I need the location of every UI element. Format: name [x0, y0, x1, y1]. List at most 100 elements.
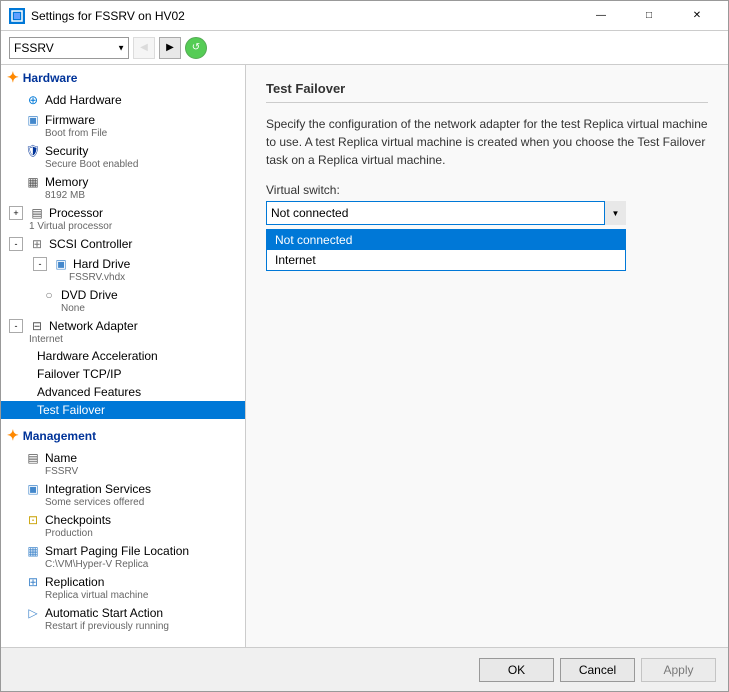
hardware-section-header[interactable]: ✦ Hardware [1, 65, 245, 90]
cancel-button[interactable]: Cancel [560, 658, 635, 682]
back-button[interactable]: ◀ [133, 37, 155, 59]
firmware-label: Firmware [45, 113, 95, 127]
sidebar-item-memory[interactable]: ▦ Memory 8192 MB [1, 172, 245, 203]
virtual-switch-label: Virtual switch: [266, 183, 708, 197]
network-label: Network Adapter [49, 319, 138, 333]
dvd-drive-label: DVD Drive [61, 288, 118, 302]
forward-button[interactable]: ▶ [159, 37, 181, 59]
content-area: ✦ Hardware ⊕ Add Hardware ▣ Firmware Boo… [1, 65, 728, 647]
minimize-button[interactable]: — [578, 1, 624, 31]
smart-paging-icon: ▦ [25, 543, 41, 559]
sidebar-item-smart-paging[interactable]: ▦ Smart Paging File Location C:\VM\Hyper… [1, 541, 245, 572]
sidebar-item-hard-drive[interactable]: - ▣ Hard Drive FSSRV.vhdx [1, 254, 245, 285]
processor-sub: 1 Virtual processor [9, 221, 237, 232]
network-expand[interactable]: - [9, 319, 23, 333]
sidebar-item-checkpoints[interactable]: ⊡ Checkpoints Production [1, 510, 245, 541]
integration-sub: Some services offered [25, 497, 237, 508]
dvd-drive-sub: None [41, 303, 237, 314]
virtual-switch-dropdown-wrap: Not connected Internet ▼ [266, 201, 626, 225]
processor-icon: ▤ [29, 205, 45, 221]
scsi-icon: ⊞ [29, 236, 45, 252]
security-label: Security [45, 144, 88, 158]
integration-icon: ▣ [25, 481, 41, 497]
name-label: Name [45, 451, 77, 465]
smart-paging-label: Smart Paging File Location [45, 544, 189, 558]
failover-tcp-label: Failover TCP/IP [37, 367, 121, 381]
replication-sub: Replica virtual machine [25, 590, 237, 601]
title-bar: Settings for FSSRV on HV02 — □ ✕ [1, 1, 728, 31]
dropdown-option-not-connected[interactable]: Not connected [267, 230, 625, 250]
ok-button[interactable]: OK [479, 658, 554, 682]
hard-drive-sub: FSSRV.vhdx [33, 272, 237, 283]
management-section-icon: ✦ [7, 427, 19, 444]
sidebar-item-processor[interactable]: + ▤ Processor 1 Virtual processor [1, 203, 245, 234]
window-controls: — □ ✕ [578, 1, 720, 31]
sidebar-item-network-adapter[interactable]: - ⊟ Network Adapter Internet [1, 316, 245, 347]
sidebar-item-scsi[interactable]: - ⊞ SCSI Controller [1, 234, 245, 254]
sidebar-item-security[interactable]: 🛡 Security Secure Boot enabled [1, 141, 245, 172]
hard-drive-label: Hard Drive [73, 257, 130, 271]
checkpoints-label: Checkpoints [45, 513, 111, 527]
hw-accel-label: Hardware Acceleration [37, 349, 158, 363]
memory-label: Memory [45, 175, 88, 189]
sidebar: ✦ Hardware ⊕ Add Hardware ▣ Firmware Boo… [1, 65, 246, 647]
security-sub: Secure Boot enabled [25, 159, 237, 170]
checkpoints-icon: ⊡ [25, 512, 41, 528]
management-section-header[interactable]: ✦ Management [1, 423, 245, 448]
sidebar-item-replication[interactable]: ⊞ Replication Replica virtual machine [1, 572, 245, 603]
name-icon: ▤ [25, 450, 41, 466]
hard-drive-expand[interactable]: - [33, 257, 47, 271]
sidebar-item-dvd-drive[interactable]: ○ DVD Drive None [1, 285, 245, 316]
hard-drive-icon: ▣ [53, 256, 69, 272]
memory-icon: ▦ [25, 174, 41, 190]
name-sub: FSSRV [25, 466, 237, 477]
sidebar-item-test-failover[interactable]: Test Failover [1, 401, 245, 419]
main-window: Settings for FSSRV on HV02 — □ ✕ FSSRV ◀… [0, 0, 729, 692]
virtual-switch-select[interactable]: Not connected Internet [266, 201, 626, 225]
toolbar: FSSRV ◀ ▶ ↺ [1, 31, 728, 65]
sidebar-item-integration[interactable]: ▣ Integration Services Some services off… [1, 479, 245, 510]
add-hardware-icon: ⊕ [25, 92, 41, 108]
footer: OK Cancel Apply [1, 647, 728, 691]
vm-selector-wrap: FSSRV [9, 37, 129, 59]
sidebar-item-failover-tcp[interactable]: Failover TCP/IP [1, 365, 245, 383]
checkpoints-sub: Production [25, 528, 237, 539]
hardware-section-label: Hardware [23, 71, 78, 85]
section-title: Test Failover [266, 81, 708, 103]
window-icon [9, 8, 25, 24]
memory-sub: 8192 MB [25, 190, 237, 201]
sidebar-item-auto-start[interactable]: ▷ Automatic Start Action Restart if prev… [1, 603, 245, 634]
dropdown-container: Not connected Internet ▼ [266, 201, 626, 225]
processor-expand[interactable]: + [9, 206, 23, 220]
processor-label: Processor [49, 206, 103, 220]
firmware-icon: ▣ [25, 112, 41, 128]
auto-start-sub: Restart if previously running [25, 621, 237, 632]
sidebar-item-firmware[interactable]: ▣ Firmware Boot from File [1, 110, 245, 141]
maximize-button[interactable]: □ [626, 1, 672, 31]
description-text: Specify the configuration of the network… [266, 115, 708, 169]
replication-icon: ⊞ [25, 574, 41, 590]
smart-paging-sub: C:\VM\Hyper-V Replica [25, 559, 237, 570]
close-button[interactable]: ✕ [674, 1, 720, 31]
refresh-button[interactable]: ↺ [185, 37, 207, 59]
dropdown-open-list: Not connected Internet [266, 229, 626, 271]
integration-label: Integration Services [45, 482, 151, 496]
main-panel: Test Failover Specify the configuration … [246, 65, 728, 647]
network-icon: ⊟ [29, 318, 45, 334]
test-failover-label: Test Failover [37, 403, 105, 417]
sidebar-item-advanced[interactable]: Advanced Features [1, 383, 245, 401]
firmware-sub: Boot from File [25, 128, 237, 139]
auto-start-label: Automatic Start Action [45, 606, 163, 620]
dropdown-option-internet[interactable]: Internet [267, 250, 625, 270]
sidebar-item-hw-accel[interactable]: Hardware Acceleration [1, 347, 245, 365]
hardware-section-icon: ✦ [7, 69, 19, 86]
apply-button[interactable]: Apply [641, 658, 716, 682]
vm-selector[interactable]: FSSRV [9, 37, 129, 59]
sidebar-item-name[interactable]: ▤ Name FSSRV [1, 448, 245, 479]
advanced-label: Advanced Features [37, 385, 141, 399]
dvd-drive-icon: ○ [41, 287, 57, 303]
scsi-expand[interactable]: - [9, 237, 23, 251]
auto-start-icon: ▷ [25, 605, 41, 621]
sidebar-item-add-hardware[interactable]: ⊕ Add Hardware [1, 90, 245, 110]
window-title: Settings for FSSRV on HV02 [31, 9, 578, 23]
